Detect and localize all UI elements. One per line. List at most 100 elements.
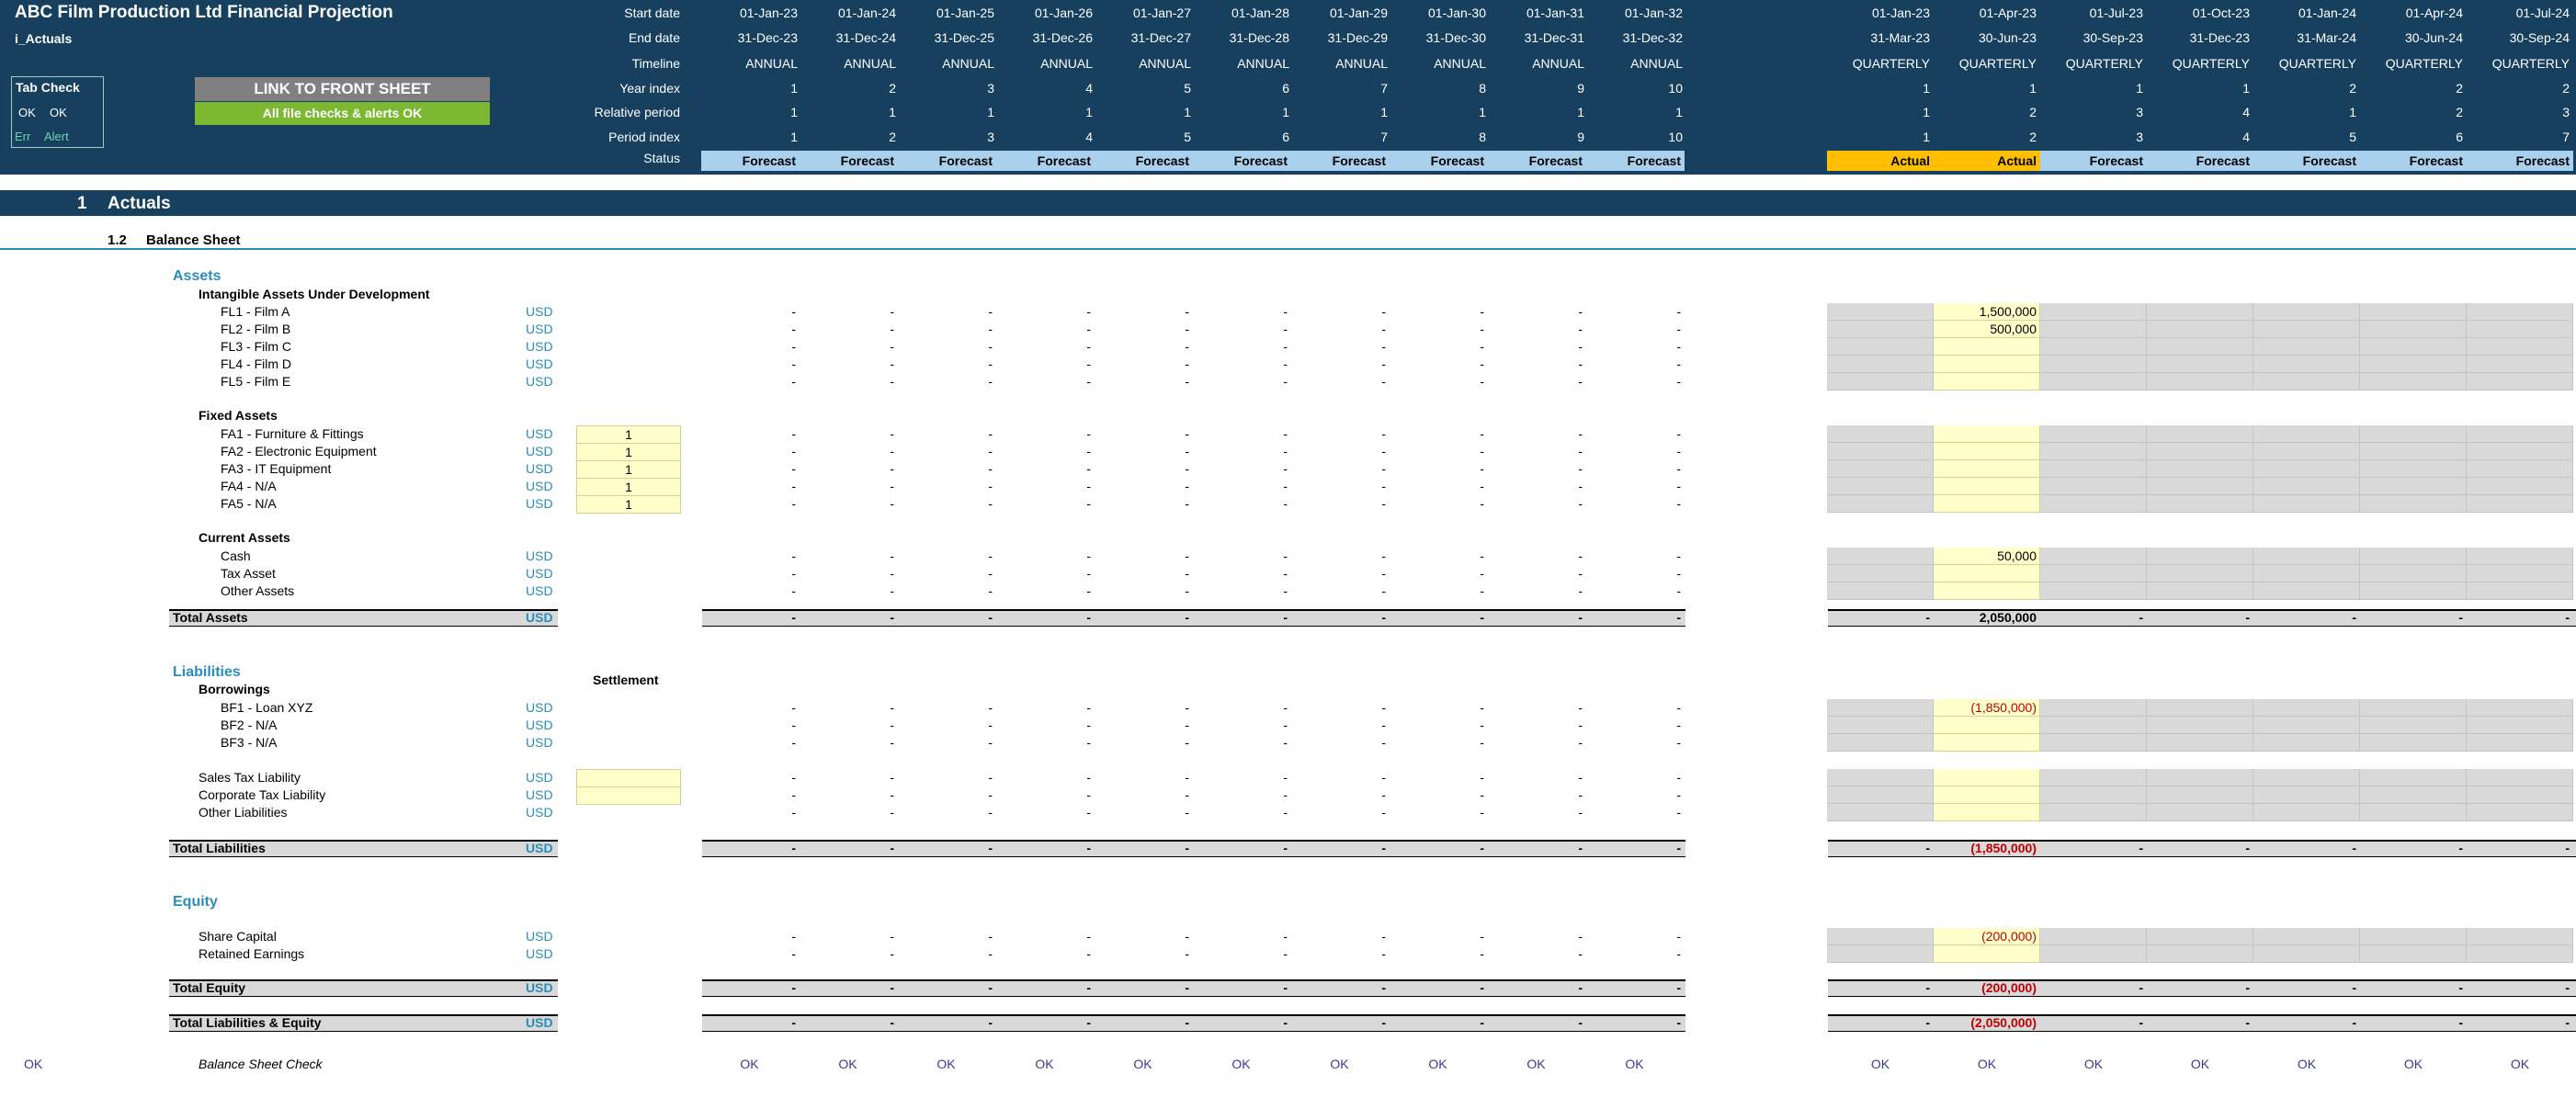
- quarterly-input-cell[interactable]: [1827, 582, 1934, 600]
- quarterly-input-cell[interactable]: [1827, 548, 1934, 565]
- quarterly-input-cell[interactable]: [2040, 548, 2147, 565]
- quarterly-input-cell[interactable]: [2040, 717, 2147, 734]
- quarterly-input-cell[interactable]: [2253, 373, 2360, 390]
- quarterly-input-cell[interactable]: [2360, 928, 2467, 945]
- quarterly-input-cell[interactable]: [2147, 338, 2253, 356]
- actual-input-cell[interactable]: [1934, 945, 2040, 963]
- quarterly-input-cell[interactable]: [2147, 565, 2253, 582]
- quarterly-input-cell[interactable]: [2253, 338, 2360, 356]
- quarterly-input-cell[interactable]: [1827, 699, 1934, 717]
- quarterly-input-cell[interactable]: [2253, 582, 2360, 600]
- quarterly-input-cell[interactable]: [2040, 373, 2147, 390]
- quarterly-input-cell[interactable]: [2360, 699, 2467, 717]
- quarterly-input-cell[interactable]: [2253, 699, 2360, 717]
- quarterly-input-cell[interactable]: [2360, 338, 2467, 356]
- quarterly-input-cell[interactable]: [2040, 786, 2147, 804]
- quarterly-input-cell[interactable]: [2147, 321, 2253, 338]
- settlement-input[interactable]: 1: [576, 443, 681, 461]
- quarterly-input-cell[interactable]: [2147, 303, 2253, 321]
- quarterly-input-cell[interactable]: [2040, 443, 2147, 460]
- quarterly-input-cell[interactable]: [2467, 303, 2573, 321]
- quarterly-input-cell[interactable]: [2253, 460, 2360, 478]
- quarterly-input-cell[interactable]: [2467, 321, 2573, 338]
- quarterly-input-cell[interactable]: [1827, 804, 1934, 821]
- quarterly-input-cell[interactable]: [2467, 460, 2573, 478]
- quarterly-input-cell[interactable]: [2040, 582, 2147, 600]
- quarterly-input-cell[interactable]: [2467, 699, 2573, 717]
- actual-input-cell[interactable]: [1934, 786, 2040, 804]
- quarterly-input-cell[interactable]: [2147, 495, 2253, 513]
- quarterly-input-cell[interactable]: [2040, 321, 2147, 338]
- quarterly-input-cell[interactable]: [2253, 769, 2360, 786]
- quarterly-input-cell[interactable]: [2360, 548, 2467, 565]
- actual-input-cell[interactable]: [1934, 443, 2040, 460]
- quarterly-input-cell[interactable]: [2360, 734, 2467, 752]
- quarterly-input-cell[interactable]: [2147, 717, 2253, 734]
- quarterly-input-cell[interactable]: [2360, 945, 2467, 963]
- quarterly-input-cell[interactable]: [2040, 303, 2147, 321]
- quarterly-input-cell[interactable]: [2147, 373, 2253, 390]
- quarterly-input-cell[interactable]: [2360, 373, 2467, 390]
- quarterly-input-cell[interactable]: [2253, 786, 2360, 804]
- quarterly-input-cell[interactable]: [2040, 495, 2147, 513]
- quarterly-input-cell[interactable]: [2467, 495, 2573, 513]
- quarterly-input-cell[interactable]: [2147, 425, 2253, 443]
- settlement-input[interactable]: 1: [576, 425, 681, 444]
- quarterly-input-cell[interactable]: [2360, 582, 2467, 600]
- quarterly-input-cell[interactable]: [2467, 734, 2573, 752]
- quarterly-input-cell[interactable]: [2467, 548, 2573, 565]
- actual-input-cell[interactable]: [1934, 478, 2040, 495]
- link-to-front-sheet-button[interactable]: LINK TO FRONT SHEET: [195, 77, 490, 101]
- quarterly-input-cell[interactable]: [2467, 769, 2573, 786]
- quarterly-input-cell[interactable]: [2253, 303, 2360, 321]
- actual-input-cell[interactable]: [1934, 582, 2040, 600]
- quarterly-input-cell[interactable]: [2360, 425, 2467, 443]
- quarterly-input-cell[interactable]: [2147, 478, 2253, 495]
- quarterly-input-cell[interactable]: [2147, 769, 2253, 786]
- quarterly-input-cell[interactable]: [2360, 495, 2467, 513]
- settlement-input[interactable]: [576, 769, 681, 787]
- quarterly-input-cell[interactable]: [2040, 356, 2147, 373]
- quarterly-input-cell[interactable]: [1827, 460, 1934, 478]
- quarterly-input-cell[interactable]: [1827, 425, 1934, 443]
- quarterly-input-cell[interactable]: [2253, 928, 2360, 945]
- actual-input-cell[interactable]: [1934, 356, 2040, 373]
- quarterly-input-cell[interactable]: [2253, 548, 2360, 565]
- quarterly-input-cell[interactable]: [2360, 356, 2467, 373]
- quarterly-input-cell[interactable]: [1827, 717, 1934, 734]
- actual-input-cell[interactable]: [1934, 717, 2040, 734]
- quarterly-input-cell[interactable]: [2360, 769, 2467, 786]
- quarterly-input-cell[interactable]: [2360, 443, 2467, 460]
- quarterly-input-cell[interactable]: [2253, 717, 2360, 734]
- quarterly-input-cell[interactable]: [2467, 565, 2573, 582]
- quarterly-input-cell[interactable]: [2253, 478, 2360, 495]
- quarterly-input-cell[interactable]: [2040, 928, 2147, 945]
- settlement-input[interactable]: [576, 786, 681, 805]
- quarterly-input-cell[interactable]: [2467, 582, 2573, 600]
- actual-input-cell[interactable]: [1934, 460, 2040, 478]
- actual-input-cell[interactable]: [1934, 425, 2040, 443]
- actual-input-cell[interactable]: [1934, 565, 2040, 582]
- quarterly-input-cell[interactable]: [2253, 443, 2360, 460]
- quarterly-input-cell[interactable]: [1827, 303, 1934, 321]
- quarterly-input-cell[interactable]: [2147, 460, 2253, 478]
- quarterly-input-cell[interactable]: [2253, 425, 2360, 443]
- quarterly-input-cell[interactable]: [2360, 717, 2467, 734]
- settlement-input[interactable]: 1: [576, 460, 681, 479]
- quarterly-input-cell[interactable]: [2253, 565, 2360, 582]
- quarterly-input-cell[interactable]: [1827, 945, 1934, 963]
- quarterly-input-cell[interactable]: [2147, 804, 2253, 821]
- quarterly-input-cell[interactable]: [2467, 717, 2573, 734]
- quarterly-input-cell[interactable]: [2147, 928, 2253, 945]
- actual-input-cell[interactable]: [1934, 769, 2040, 786]
- quarterly-input-cell[interactable]: [2040, 338, 2147, 356]
- quarterly-input-cell[interactable]: [2147, 582, 2253, 600]
- settlement-input[interactable]: 1: [576, 478, 681, 496]
- quarterly-input-cell[interactable]: [2467, 478, 2573, 495]
- quarterly-input-cell[interactable]: [1827, 565, 1934, 582]
- quarterly-input-cell[interactable]: [2040, 460, 2147, 478]
- actual-input-cell[interactable]: [1934, 373, 2040, 390]
- quarterly-input-cell[interactable]: [2253, 495, 2360, 513]
- settlement-input[interactable]: 1: [576, 495, 681, 514]
- quarterly-input-cell[interactable]: [2040, 699, 2147, 717]
